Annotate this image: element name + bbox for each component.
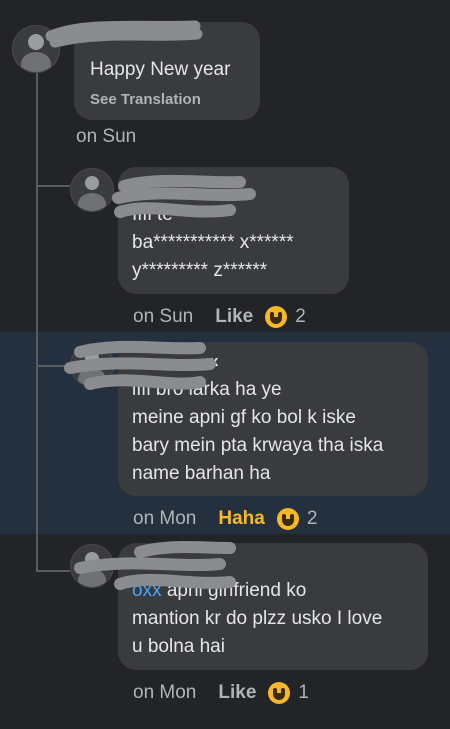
avatar-body	[78, 193, 106, 211]
reaction-count[interactable]: 2	[307, 508, 318, 530]
reaction-count[interactable]: 2	[295, 306, 306, 328]
see-translation-link[interactable]: See Translation	[90, 91, 201, 108]
avatar-head	[28, 34, 44, 50]
redaction-scribble	[112, 174, 256, 218]
haha-reaction-icon[interactable]	[276, 508, 299, 530]
like-button[interactable]: Like	[215, 306, 253, 328]
comment-text: Happy New year	[90, 59, 231, 80]
comment-time: on Sun	[133, 306, 194, 327]
comment-meta: on Sun	[76, 126, 136, 148]
avatar-body	[21, 52, 51, 72]
haha-button[interactable]: Haha	[218, 508, 264, 530]
comment-time: on Mon	[133, 682, 197, 703]
comment-meta: on Mon Like 1	[133, 682, 309, 704]
comment-meta: on Mon Haha 2	[133, 508, 317, 530]
avatar-head	[85, 176, 99, 190]
haha-reaction-icon[interactable]	[268, 682, 291, 704]
redaction-scribble	[45, 20, 203, 48]
comment-time: on Sun	[76, 126, 137, 147]
redaction-scribble	[74, 541, 236, 590]
avatar[interactable]	[70, 168, 114, 212]
like-button[interactable]: Like	[218, 682, 256, 704]
thread-line	[36, 72, 38, 572]
reaction-count[interactable]: 1	[298, 682, 309, 704]
comment-time: on Mon	[133, 508, 197, 529]
comment-meta: on Sun Like 2	[133, 306, 306, 328]
thread-branch	[36, 185, 70, 187]
redaction-scribble	[64, 340, 216, 390]
haha-reaction-icon[interactable]	[265, 306, 288, 328]
